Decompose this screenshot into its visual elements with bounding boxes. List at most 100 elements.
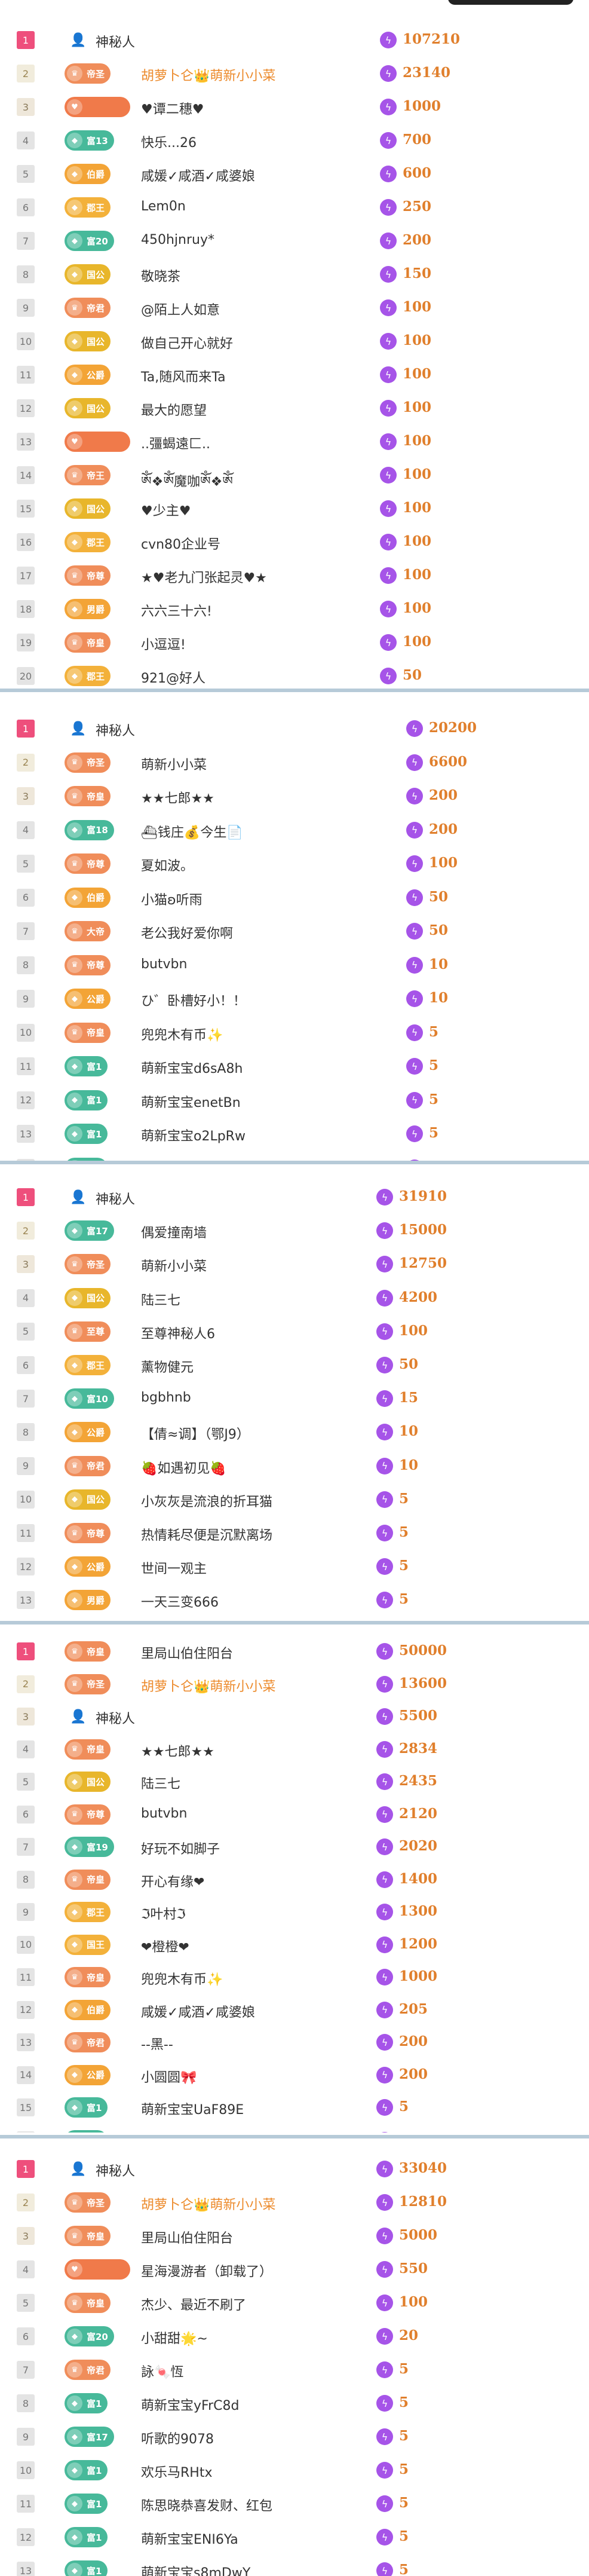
table-row[interactable]: 10 ◆ 富1 欢乐马RHtx ϟ 5 [0,2460,589,2480]
user-name[interactable]: 胡萝卜仑👑萌新小小菜 [141,65,275,84]
user-name[interactable]: 萌新宝宝UaF89E [141,2099,244,2118]
table-row[interactable]: 6 ◆ 郡王 薰物健元 ϟ 50 [0,1355,589,1375]
user-name[interactable]: 至尊神秘人6 [141,1323,215,1342]
user-name[interactable]: bgbhnb [141,1390,191,1405]
user-name[interactable]: 萌新宝宝o2LpRw [141,1125,246,1145]
user-name[interactable]: ★♥老九门张起灵♥★ [141,567,267,586]
user-name[interactable]: 【倩≈调】（鄂J9） [141,1424,250,1443]
user-name[interactable]: 神秘人 [96,2161,135,2180]
user-name[interactable]: 听歌的9078 [141,2428,214,2447]
table-row[interactable]: 8 ◆ 富1 萌新宝宝yFrC8d ϟ 5 [0,2393,589,2413]
table-row[interactable]: 13 ◆ 富1 萌新宝宝s8mDwY ϟ 5 [0,2560,589,2576]
table-row[interactable]: 4 ◆ 富13 快乐...26 ϟ 700 [0,130,589,151]
table-row[interactable]: 2 ♛ 帝圣 胡萝卜仑👑萌新小小菜 ϟ 23140 [0,63,589,84]
user-name[interactable]: cvn80企业号 [141,534,220,553]
user-name[interactable]: 热情耗尽便是沉默离场 [141,1525,272,1544]
user-name[interactable]: 做自己开心就好 [141,333,233,352]
table-row[interactable]: 14 ♛ 帝王 ༀ❖ༀ魔咖ༀ❖ༀ ϟ 100 [0,465,589,489]
table-row[interactable]: 19 ♛ 帝皇 小逗逗! ϟ 100 [0,632,589,653]
user-name[interactable]: 老公我好爱你啊 [141,923,233,942]
user-name[interactable]: ℑ叶村ℑ [141,1904,186,1923]
table-row[interactable]: 11 ◆ 公爵 Ta,随风而来Ta ϟ 100 [0,365,589,385]
table-row[interactable]: 8 ◆ 公爵 【倩≈调】（鄂J9） ϟ 10 [0,1422,589,1443]
user-name[interactable]: 好玩不如脚子 [141,1838,220,1858]
user-name[interactable]: ★★七郎★★ [141,788,214,807]
user-name[interactable]: 神秘人 [96,32,135,51]
table-row[interactable]: 6 ◆ 郡王 Lem0n ϟ 250 [0,197,589,218]
table-row[interactable]: 2 ♛ 帝圣 胡萝卜仑👑萌新小小菜 ϟ 13600 [0,1674,589,1694]
table-row[interactable]: 9 ♛ 帝君 @陌上人如意 ϟ 100 [0,298,589,318]
user-name[interactable]: 萌新宝宝s8mDwY [141,2562,250,2576]
user-name[interactable]: 六六三十六! [141,601,212,620]
table-row[interactable]: 8 ◆ 国公 敬晓茶 ϟ 150 [0,264,589,284]
user-name[interactable]: Ta,随风而来Ta [141,366,226,386]
user-name[interactable]: 萌新宝宝enetBn [141,1092,241,1111]
table-row[interactable]: 6 ◆ 伯爵 小猫ʚ听雨 ϟ 50 [0,887,589,908]
table-row[interactable]: 16 ◆ 郡王 cvn80企业号 ϟ 100 [0,532,589,552]
table-row[interactable]: 13 ♥ ..彊蝎遠匚.. ϟ 100 [0,432,589,452]
table-row[interactable]: 8 ♛ 帝皇 开心有缘❤ ϟ 1400 [0,1869,589,1890]
user-name[interactable]: butvbn [141,957,187,972]
table-row[interactable]: 9 ◆ 郡王 ℑ叶村ℑ ϟ 1300 [0,1902,589,1922]
table-row[interactable]: 17 ♛ 帝尊 ★♥老九门张起灵♥★ ϟ 100 [0,565,589,586]
table-row[interactable]: 4 ◆ 国公 陆三七 ϟ 4200 [0,1287,589,1308]
user-name[interactable]: 薰物健元 [141,1357,194,1376]
table-row[interactable]: 5 ♛ 至尊 至尊神秘人6 ϟ 100 [0,1321,589,1342]
user-name[interactable]: 450hjnruy* [141,232,214,247]
user-name[interactable]: 一天三变666 [141,1592,219,1611]
user-name[interactable]: 詠🍬恆 [141,2361,183,2381]
table-row[interactable]: 2 ♛ 帝圣 萌新小小菜 ϟ 6600 [0,752,589,773]
table-row[interactable]: 6 ◆ 富20 小甜甜🌟~ ϟ 20 [0,2326,589,2346]
table-row[interactable]: 14 ◆ 公爵 小圆圆🎀 ϟ 200 [0,2064,589,2085]
table-row[interactable]: 5 ♛ 帝皇 杰少、最近不刷了 ϟ 100 [0,2293,589,2313]
user-name[interactable]: ひ゛卧槽好小！！ [141,990,246,1009]
table-row[interactable]: 3 ♥ ♥谭二穗♥ ϟ 1000 [0,97,589,117]
user-name[interactable]: 快乐...26 [141,132,197,151]
table-row[interactable]: 5 ♛ 帝尊 夏如波。 ϟ 100 [0,853,589,874]
user-name[interactable]: 咸媛✓咸酒✓咸婆娘 [141,166,255,185]
user-name[interactable]: ♥谭二穗♥ [141,99,204,118]
table-row[interactable]: 12 ◆ 公爵 世间一观主 ϟ 5 [0,1556,589,1577]
table-row[interactable]: 4 ◆ 富18 ⛴钱庄💰今生📄 ϟ 200 [0,819,589,840]
table-row[interactable]: 11 ♛ 帝尊 热情耗尽便是沉默离场 ϟ 5 [0,1523,589,1543]
table-row[interactable]: 1 👤 神秘人 ϟ 20200 [0,718,589,739]
table-row[interactable]: 1 👤 神秘人 ϟ 31910 [0,1187,589,1207]
table-row[interactable]: 12 ◆ 国公 最大的愿望 ϟ 100 [0,398,589,418]
user-name[interactable]: --黑-- [141,2034,173,2053]
user-name[interactable]: 兜兜木有币✨ [141,1024,223,1044]
user-name[interactable]: 陈思晓恭喜发财、红包 [141,2495,272,2514]
user-name[interactable]: 神秘人 [96,1189,135,1208]
table-row[interactable]: 16 ◆富1 一二三xbj ϟ 5 [0,2130,589,2133]
table-row[interactable]: 6 ♛ 帝尊 butvbn ϟ 2120 [0,1804,589,1825]
user-name[interactable]: 最大的愿望 [141,400,207,419]
table-row[interactable]: 13 ◆ 男爵 一天三变666 ϟ 5 [0,1590,589,1611]
user-name[interactable]: ♥少主♥ [141,500,191,519]
table-row[interactable]: 5 ◆ 伯爵 咸媛✓咸酒✓咸婆娘 ϟ 600 [0,164,589,184]
table-row[interactable]: 3 ♛ 帝圣 萌新小小菜 ϟ 12750 [0,1254,589,1275]
table-row[interactable]: 2 ♛ 帝圣 胡萝卜仑👑萌新小小菜 ϟ 12810 [0,2192,589,2213]
user-name[interactable]: ★★七郎★★ [141,1741,214,1760]
user-name[interactable]: 小逗逗! [141,634,186,653]
user-name[interactable]: 萌新宝宝d6sA8h [141,1058,243,1077]
user-name[interactable]: 里局山伯住阳台 [141,2228,233,2247]
table-row[interactable]: 9 ♛ 帝君 🍓如遇初见🍓 ϟ 10 [0,1455,589,1476]
table-row[interactable]: 12 ◆ 伯爵 咸媛✓咸酒✓咸婆娘 ϟ 205 [0,1999,589,2020]
user-name[interactable]: 小甜甜🌟~ [141,2328,208,2347]
user-name[interactable]: 星海漫游者（卸载了） [141,2261,272,2280]
user-name[interactable]: 偶爱撞南墙 [141,1222,207,1241]
table-row[interactable]: 10 ◆ 国公 小灰灰是流浪的折耳猫 ϟ 5 [0,1489,589,1510]
user-name[interactable]: butvbn [141,1806,187,1821]
table-row[interactable]: 9 ◆ 富17 听歌的9078 ϟ 5 [0,2427,589,2447]
table-row[interactable]: 7 ◆ 富19 好玩不如脚子 ϟ 2020 [0,1837,589,1857]
table-row[interactable]: 7 ◆ 富10 bgbhnb ϟ 15 [0,1388,589,1409]
table-row[interactable]: 3 👤 神秘人 ϟ 5500 [0,1706,589,1727]
table-row[interactable]: 20 ◆ 郡王 921@好人 ϟ 50 [0,666,589,686]
table-row[interactable]: 1 👤 神秘人 ϟ 33040 [0,2159,589,2179]
user-name[interactable]: 萌新宝宝ENI6Ya [141,2529,238,2548]
table-row[interactable]: 2 ◆ 富17 偶爱撞南墙 ϟ 15000 [0,1220,589,1241]
user-name[interactable]: 小灰灰是流浪的折耳猫 [141,1491,272,1510]
table-row[interactable]: 4 ♥ 星海漫游者（卸载了） ϟ 550 [0,2259,589,2280]
table-row[interactable]: 18 ◆ 男爵 六六三十六! ϟ 100 [0,599,589,619]
table-row[interactable]: 9 ◆ 公爵 ひ゛卧槽好小！！ ϟ 10 [0,989,589,1009]
user-name[interactable]: 一二三xbj [141,2132,200,2133]
